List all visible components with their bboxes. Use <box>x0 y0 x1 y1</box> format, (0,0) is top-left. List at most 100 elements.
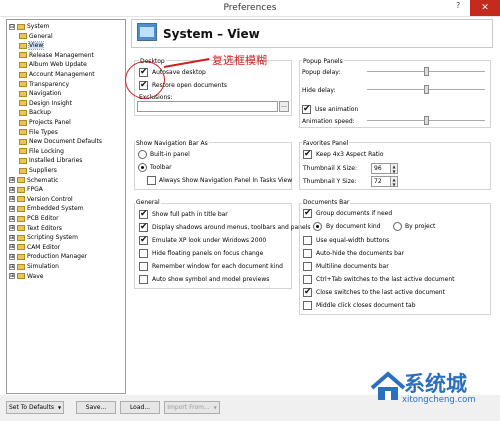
folder-icon <box>19 148 27 155</box>
tree-item-version-control[interactable]: ⊞ Version Control <box>9 195 73 204</box>
tree-item-wave[interactable]: ⊞ Wave <box>9 272 43 281</box>
tree-item-system[interactable]: ⊟ System <box>9 22 49 31</box>
save-button[interactable]: Save... <box>76 401 116 414</box>
expand-icon[interactable]: ⊞ <box>9 253 15 260</box>
help-button[interactable]: ? <box>456 1 460 10</box>
folder-icon <box>19 71 27 78</box>
settings-panel: Desktop Autosave desktop Restore open do… <box>131 52 493 394</box>
expand-icon[interactable]: ⊞ <box>9 205 15 212</box>
tree-item-design-insight[interactable]: Design Insight <box>19 99 72 108</box>
preferences-tree[interactable]: ⊟ System General View Release Management Albu… <box>6 19 126 394</box>
tree-item-label: Album Web Update <box>29 61 87 69</box>
tree-item-label: Version Control <box>27 195 73 203</box>
tree-item-file-types[interactable]: File Types <box>19 128 58 137</box>
expand-icon[interactable]: ⊞ <box>9 196 15 203</box>
documents-bar-option-checkbox[interactable] <box>303 275 312 284</box>
tree-item-album-web-update[interactable]: Album Web Update <box>19 60 87 69</box>
exclusions-input[interactable] <box>137 101 278 112</box>
tree-item-text-editors[interactable]: ⊞ Text Editors <box>9 224 62 233</box>
tree-item-label: Navigation <box>29 90 62 98</box>
tree-item-fpga[interactable]: ⊞ FPGA <box>9 185 43 194</box>
documents-bar-option-label: Auto-hide the documents bar <box>316 250 405 257</box>
expand-icon[interactable]: ⊞ <box>9 273 15 280</box>
tree-item-label: Embedded System <box>27 205 84 213</box>
always-show-nav-checkbox[interactable] <box>147 176 156 185</box>
spin-down-icon[interactable]: ▼ <box>392 182 395 187</box>
tree-item-simulation[interactable]: ⊞ Simulation <box>9 262 59 271</box>
by-project-radio[interactable] <box>393 222 402 231</box>
tree-item-account-management[interactable]: Account Management <box>19 70 95 79</box>
set-to-defaults-button[interactable]: Set To Defaults ▼ <box>6 401 64 414</box>
by-document-kind-radio[interactable] <box>313 222 322 231</box>
tree-item-label: Suppliers <box>29 167 57 174</box>
tree-item-backup[interactable]: Backup <box>19 108 51 117</box>
close-button[interactable]: ✕ <box>470 0 500 16</box>
use-animation-label: Use animation <box>315 106 359 113</box>
documents-bar-option-checkbox[interactable] <box>303 301 312 310</box>
exclusions-browse-button[interactable]: ... <box>279 101 289 112</box>
tree-item-cam-editor[interactable]: ⊞ CAM Editor <box>9 243 60 252</box>
group-documents-checkbox[interactable] <box>303 207 312 219</box>
general-option-checkbox[interactable] <box>139 208 148 220</box>
expand-icon[interactable]: ⊞ <box>9 225 15 232</box>
page-header: System – View <box>131 19 493 48</box>
thumbnail-y-spinner[interactable]: ▲ ▼ <box>391 176 398 187</box>
documents-bar-option-checkbox[interactable] <box>303 262 312 271</box>
tree-item-scripting-system[interactable]: ⊞ Scripting System <box>9 233 78 242</box>
tree-item-view[interactable]: View <box>19 41 45 51</box>
general-option-checkbox[interactable] <box>139 234 148 246</box>
tree-item-production-manager[interactable]: ⊞ Production Manager <box>9 252 87 261</box>
thumbnail-x-input[interactable]: 96 <box>371 163 391 174</box>
popup-delay-slider[interactable] <box>367 67 485 76</box>
tree-item-label: FPGA <box>27 186 43 194</box>
expand-icon[interactable]: ⊞ <box>9 263 15 270</box>
tree-item-pcb-editor[interactable]: ⊞ PCB Editor <box>9 214 59 223</box>
tree-item-file-locking[interactable]: File Locking <box>19 147 64 156</box>
thumbnail-x-spinner[interactable]: ▲ ▼ <box>391 163 398 174</box>
tree-item-schematic[interactable]: ⊞ Schematic <box>9 176 58 185</box>
slider-thumb[interactable] <box>423 116 429 125</box>
folder-icon <box>19 157 27 164</box>
tree-item-embedded-system[interactable]: ⊞ Embedded System <box>9 204 84 213</box>
import-from-button[interactable]: Import From... ▼ <box>164 401 220 414</box>
general-option-label: Hide floating panels on focus change <box>152 250 264 257</box>
expand-icon[interactable]: ⊞ <box>9 177 15 184</box>
slider-thumb[interactable] <box>423 85 429 94</box>
tree-item-new-document-defaults[interactable]: New Document Defaults <box>19 137 102 146</box>
documents-bar-option-checkbox[interactable] <box>303 236 312 245</box>
documents-bar-option-label: Close switches to the last active docume… <box>316 289 445 296</box>
tree-item-projects-panel[interactable]: Projects Panel <box>19 118 71 127</box>
tree-item-transparency[interactable]: Transparency <box>19 80 69 89</box>
tree-item-installed-libraries[interactable]: Installed Libraries <box>19 156 82 165</box>
expand-icon[interactable]: ⊞ <box>9 234 15 241</box>
tree-item-label: PCB Editor <box>27 215 59 222</box>
documents-bar-option-checkbox[interactable] <box>303 249 312 258</box>
expand-icon[interactable]: ⊞ <box>9 186 15 193</box>
tree-item-label: Account Management <box>29 71 95 78</box>
tree-item-label: Wave <box>27 272 44 280</box>
animation-speed-slider[interactable] <box>367 116 485 125</box>
spin-down-icon[interactable]: ▼ <box>392 169 395 174</box>
tree-item-release-management[interactable]: Release Management <box>19 51 94 60</box>
builtin-panel-radio[interactable] <box>138 150 147 159</box>
tree-item-general[interactable]: General <box>19 32 53 41</box>
documents-bar-option-checkbox[interactable] <box>303 286 312 298</box>
expand-icon[interactable]: ⊞ <box>9 215 15 222</box>
use-animation-checkbox[interactable] <box>302 103 311 115</box>
general-option-checkbox[interactable] <box>139 262 148 271</box>
toolbar-radio[interactable] <box>138 163 147 172</box>
hide-delay-slider[interactable] <box>367 85 485 94</box>
documents-bar-option-label: Ctrl+Tab switches to the last active doc… <box>316 276 455 283</box>
tree-item-navigation[interactable]: Navigation <box>19 89 61 98</box>
general-option-checkbox[interactable] <box>139 275 148 284</box>
slider-thumb[interactable] <box>423 67 429 76</box>
expand-icon[interactable]: ⊞ <box>9 244 15 251</box>
collapse-icon[interactable]: ⊟ <box>9 23 15 30</box>
thumbnail-y-input[interactable]: 72 <box>371 176 391 187</box>
tree-item-suppliers[interactable]: Suppliers <box>19 166 57 175</box>
folder-icon <box>17 263 25 270</box>
general-option-checkbox[interactable] <box>139 249 148 258</box>
keep-aspect-ratio-checkbox[interactable] <box>303 148 312 160</box>
general-option-checkbox[interactable] <box>139 221 148 233</box>
load-button[interactable]: Load... <box>120 401 160 414</box>
